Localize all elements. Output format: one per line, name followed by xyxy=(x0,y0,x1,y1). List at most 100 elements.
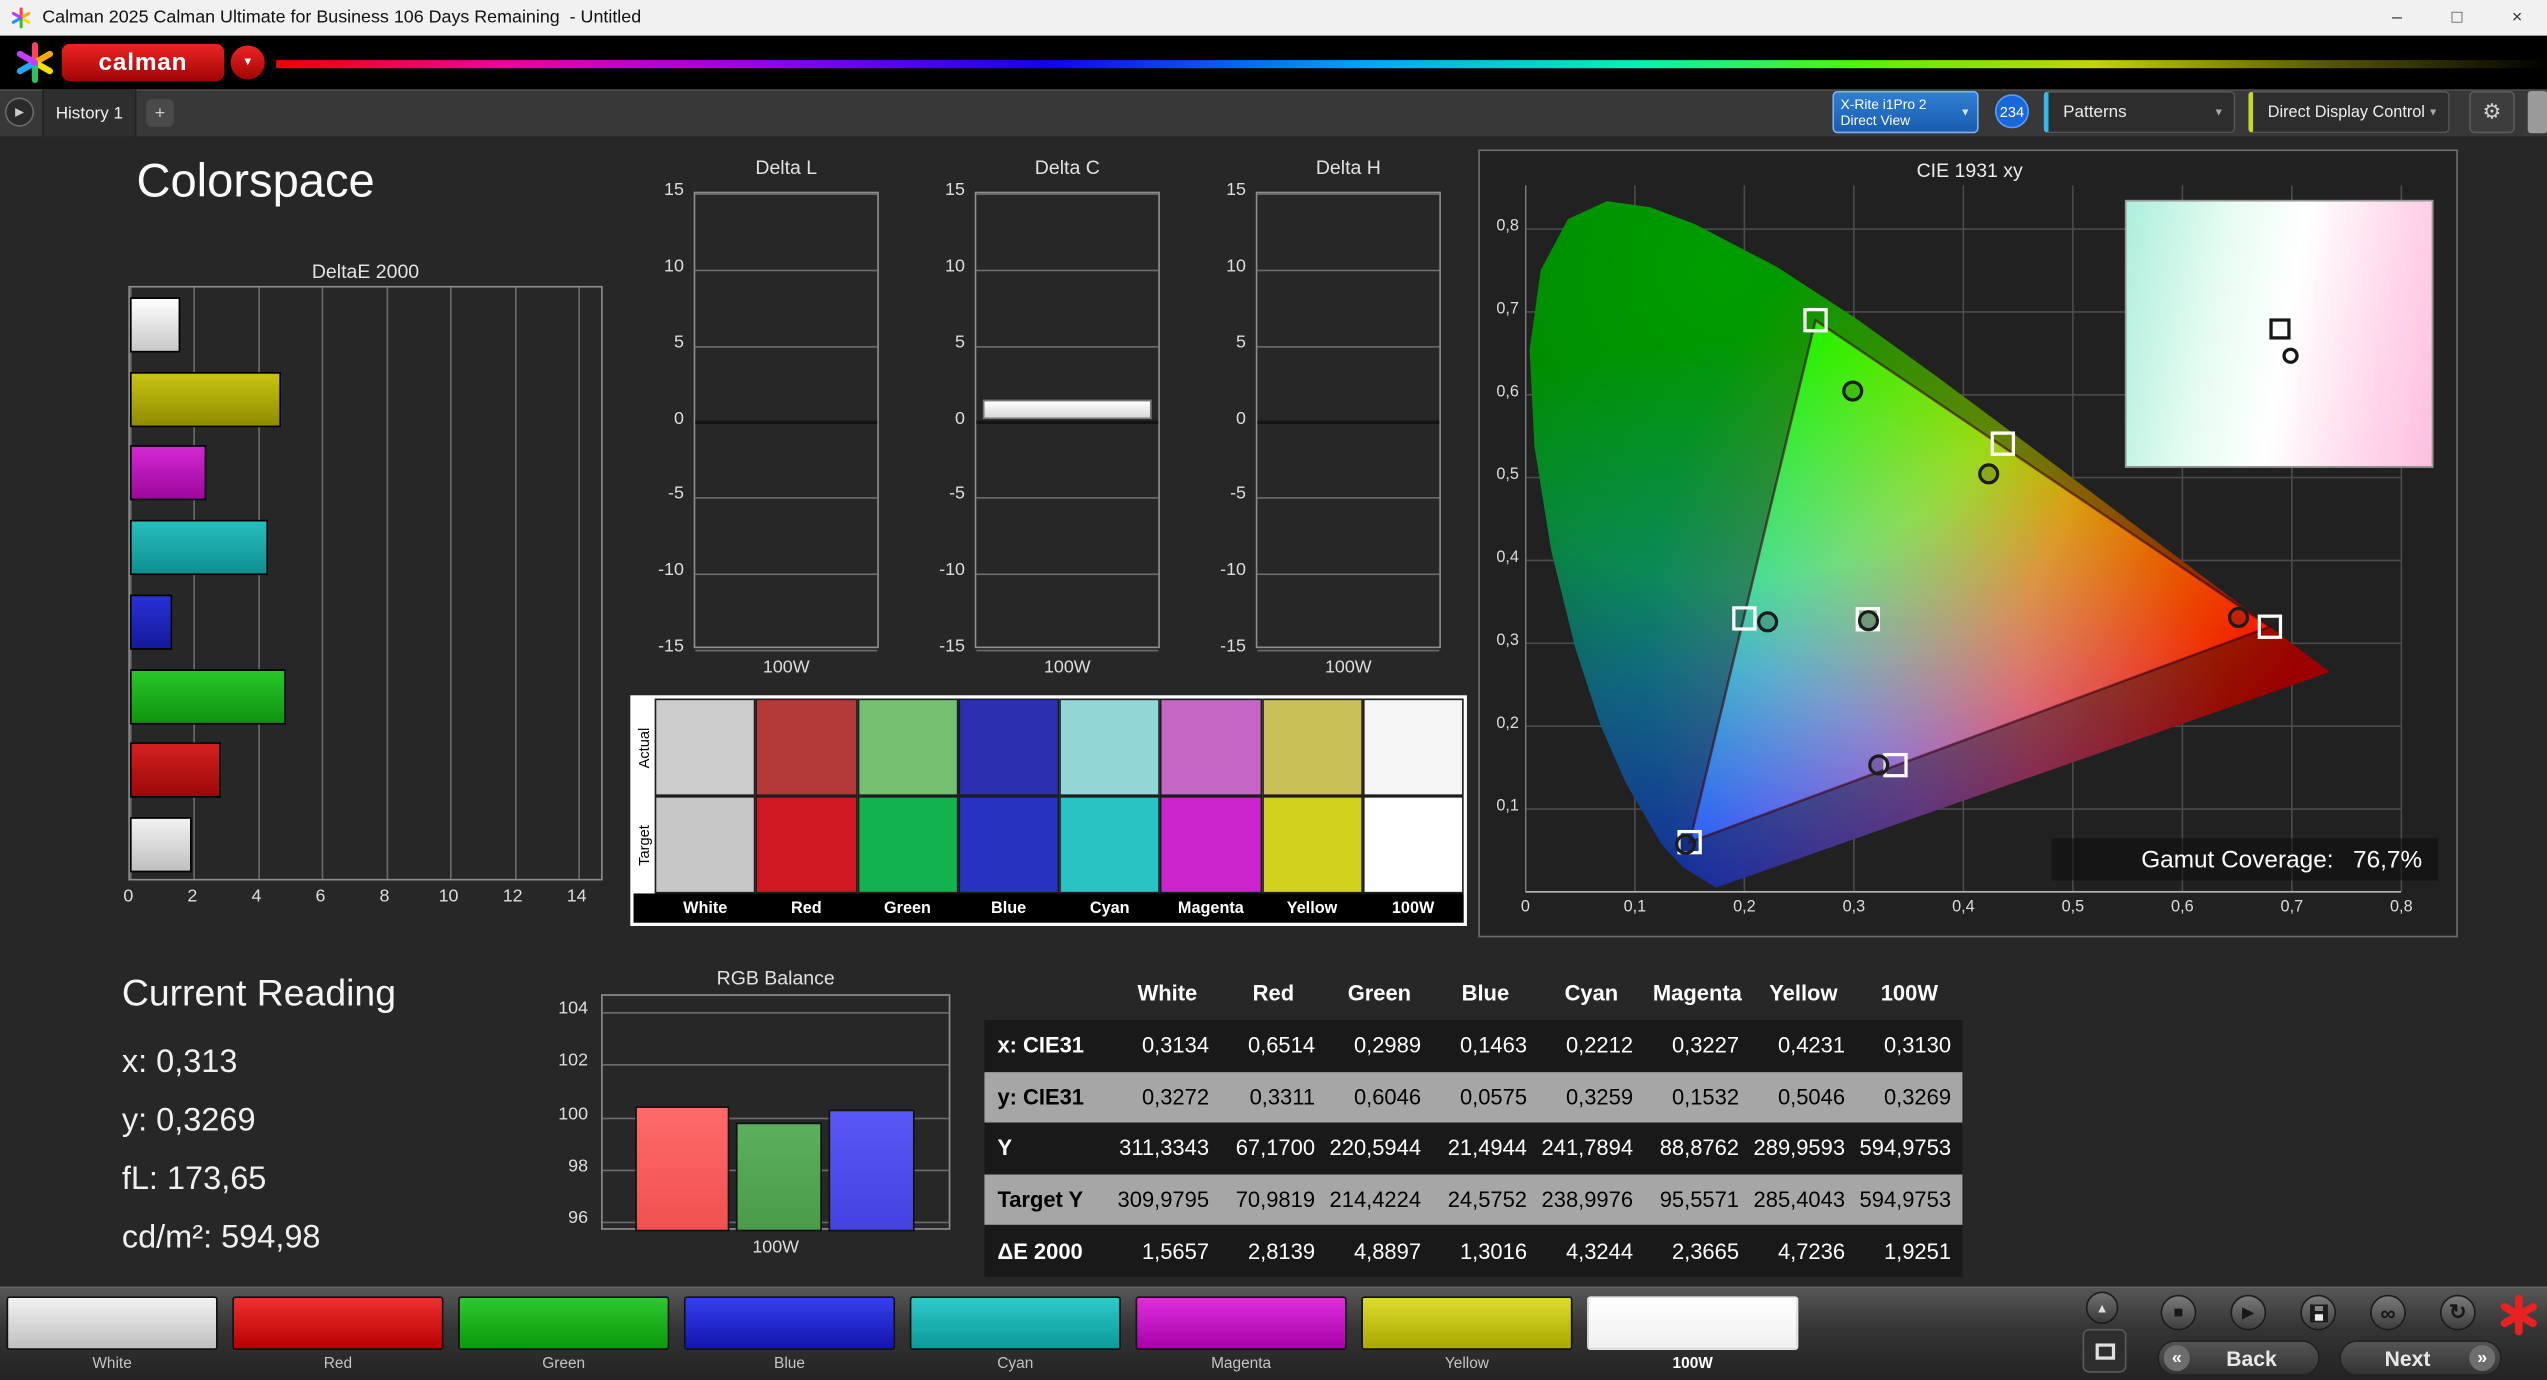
axis-tick: 104 xyxy=(558,999,589,1019)
chart-plot xyxy=(1255,191,1441,652)
table-cell: 594,9753 xyxy=(1859,1187,1952,1213)
axis-tick: 0 xyxy=(1236,408,1246,429)
table-header-cell: 100W xyxy=(1856,964,1963,1021)
axis-tick: -15 xyxy=(658,636,684,657)
pattern-button-100w[interactable] xyxy=(1587,1296,1799,1350)
table-cell: 0,3311 xyxy=(1249,1084,1316,1110)
pattern-button-white[interactable] xyxy=(6,1296,218,1350)
maximize-button[interactable]: □ xyxy=(2427,0,2487,36)
cie-x-tick: 0,8 xyxy=(2390,898,2413,917)
cie-x-tick: 0,6 xyxy=(2171,898,2194,917)
table-cell: 2,3665 xyxy=(1671,1238,1740,1264)
measured-marker-white xyxy=(1857,610,1880,632)
cie-x-tick: 0,7 xyxy=(2280,898,2304,917)
add-tab-button[interactable]: + xyxy=(146,99,174,127)
display-control-dropdown[interactable]: Direct Display Control ▼ xyxy=(2248,90,2450,134)
table-cell: 238,9976 xyxy=(1541,1187,1634,1213)
axis-tick: -5 xyxy=(1230,484,1246,505)
swatch-actual xyxy=(958,698,1060,797)
pattern-button-yellow[interactable] xyxy=(1361,1296,1573,1350)
pattern-button-green[interactable] xyxy=(458,1296,670,1350)
chart-title-delta_c: Delta C xyxy=(1034,155,1100,179)
table-cell: 0,3269 xyxy=(1883,1084,1952,1110)
logo-menu-button[interactable]: ▼ xyxy=(230,45,265,80)
save-button[interactable] xyxy=(2300,1294,2337,1331)
table-cell: 311,3343 xyxy=(1119,1136,1210,1161)
pattern-button-magenta[interactable] xyxy=(1135,1296,1347,1350)
current-reading-value: fL: 173,65 xyxy=(121,1161,267,1198)
tab-history-1[interactable]: History 1 xyxy=(42,89,137,137)
rgb-balance-title: RGB Balance xyxy=(716,966,835,990)
brand-bar: calman ▼ xyxy=(0,35,2547,90)
close-button[interactable]: × xyxy=(2487,0,2547,36)
zero-line xyxy=(1257,419,1440,424)
swatch-actual xyxy=(856,698,959,797)
scroll-up-button[interactable]: ▲ xyxy=(2085,1291,2119,1324)
pattern-label: White xyxy=(92,1354,132,1373)
stop-button[interactable]: ■ xyxy=(2160,1294,2197,1331)
cie-x-tick: 0,5 xyxy=(2061,898,2085,917)
swatch-label: Red xyxy=(791,899,822,918)
swatch-label: Magenta xyxy=(1177,899,1244,918)
swatch-actual xyxy=(1059,698,1161,797)
table-cell: 0,0575 xyxy=(1459,1084,1528,1110)
deltae-chart xyxy=(128,285,603,881)
axis-tick: 5 xyxy=(1236,332,1246,353)
deltae-axis-tick: 2 xyxy=(187,886,198,907)
play-button[interactable]: ▶ xyxy=(2230,1294,2267,1331)
display-icon xyxy=(2094,1342,2115,1359)
table-header-cell: Cyan xyxy=(1538,964,1645,1021)
next-button[interactable]: Next » xyxy=(2339,1340,2502,1376)
history-panel-button[interactable]: ▶ xyxy=(4,97,35,127)
calman-logo[interactable]: calman xyxy=(61,43,225,82)
deltae-bar-cyan xyxy=(129,520,269,576)
display-window-button[interactable] xyxy=(2082,1328,2127,1373)
pattern-button-blue[interactable] xyxy=(683,1296,896,1350)
axis-label: 100W xyxy=(1043,657,1091,678)
table-row: x: CIE31 0,3134 0,6514 0,2989 0,1463 0,2212 0,… xyxy=(984,1020,1963,1072)
rgb-bar-red xyxy=(635,1106,730,1232)
deltae-x-axis: 0 2 4 6 8 10 12 14 xyxy=(123,886,615,908)
swatch-label: Blue xyxy=(990,899,1027,918)
deltae-gridline xyxy=(322,287,324,879)
measurement-count-badge[interactable]: 234 xyxy=(1994,94,2030,129)
cie-y-tick: 0,8 xyxy=(1496,217,1519,236)
stop-icon: ■ xyxy=(2173,1303,2184,1322)
measured-marker-magenta xyxy=(1868,754,1890,776)
cie-y-tick: 0,3 xyxy=(1496,631,1519,650)
table-cell: 220,5944 xyxy=(1329,1136,1422,1161)
axis-tick: 15 xyxy=(664,180,684,200)
gridline xyxy=(976,345,1159,348)
refresh-button[interactable]: ↻ xyxy=(2439,1294,2476,1331)
zero-line xyxy=(976,419,1159,424)
minimize-button[interactable]: – xyxy=(2367,0,2427,36)
pattern-button-cyan[interactable] xyxy=(909,1296,1121,1350)
gear-icon: ⚙ xyxy=(2482,99,2502,124)
gridline xyxy=(976,573,1159,576)
cie-y-tick: 0,6 xyxy=(1496,383,1519,402)
cie-chart-panel: CIE 1931 xy 0 0,1 0,2 0,3 0,4 0,5 0,6 0,7 0,8 0,… xyxy=(1478,149,2458,938)
settings-button[interactable]: ⚙ xyxy=(2469,90,2515,134)
patterns-dropdown[interactable]: Patterns ▼ xyxy=(2043,90,2236,134)
meter-info: X-Rite i1Pro 2 Direct View xyxy=(1841,96,1961,128)
meter-select-dropdown[interactable]: X-Rite i1Pro 2 Direct View ▼ xyxy=(1832,90,1979,134)
axis-tick: 10 xyxy=(1226,256,1246,276)
chevron-down-icon: ▼ xyxy=(2427,106,2439,118)
table-cell: 0,2989 xyxy=(1353,1033,1422,1059)
gamut-coverage-label: Gamut Coverage: xyxy=(2141,845,2334,874)
gridline xyxy=(976,497,1159,500)
tab-label: History 1 xyxy=(55,103,124,123)
gridline xyxy=(602,1012,949,1014)
table-cell: 21,4944 xyxy=(1447,1136,1528,1161)
table-header-cell: Green xyxy=(1326,964,1433,1021)
docked-panel-handle[interactable] xyxy=(2527,90,2547,134)
deltae-bar-blue xyxy=(129,594,172,650)
swatch-column-yellow xyxy=(1261,698,1363,894)
table-cell: 0,5046 xyxy=(1777,1084,1846,1110)
link-button[interactable]: ∞ xyxy=(2370,1294,2406,1331)
gridline xyxy=(602,1064,949,1067)
pattern-button-red[interactable] xyxy=(232,1296,444,1350)
axis-tick: -5 xyxy=(949,484,965,505)
back-button[interactable]: « Back xyxy=(2157,1340,2320,1376)
cie-x-tick: 0,2 xyxy=(1733,898,1756,917)
